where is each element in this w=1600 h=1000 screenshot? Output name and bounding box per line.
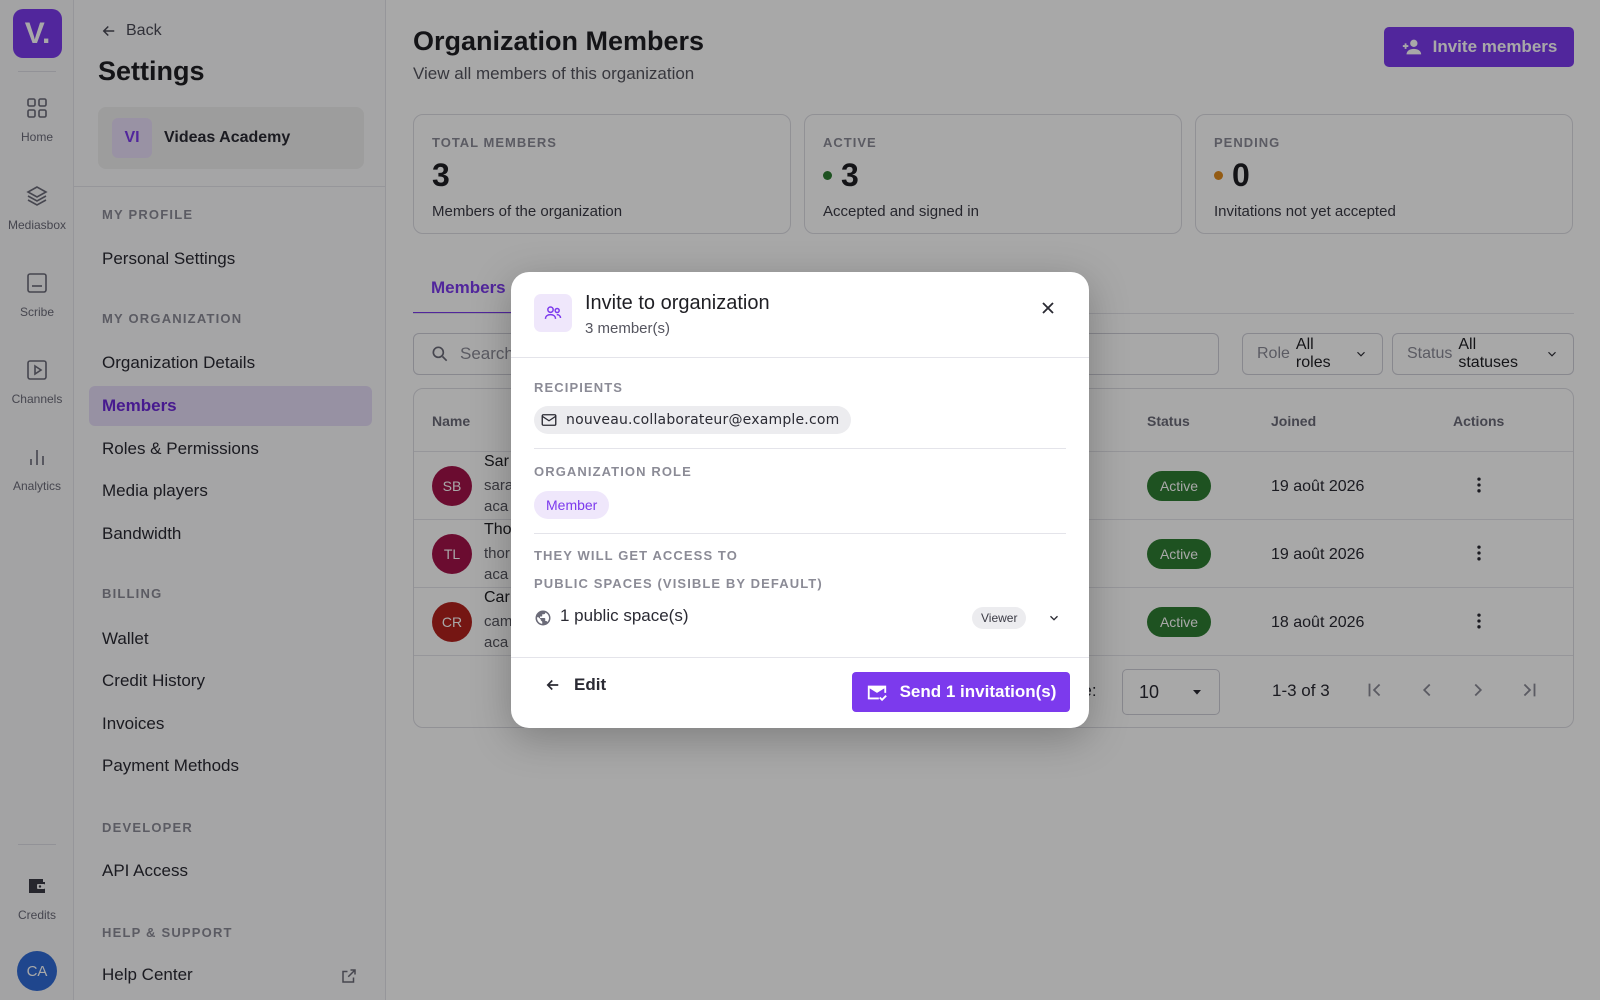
modal-subtitle: 3 member(s) [585, 320, 671, 337]
globe-icon [534, 609, 552, 627]
recipients-label: RECIPIENTS [534, 380, 624, 395]
modal-footer-divider [511, 657, 1089, 658]
send-invitations-label: Send 1 invitation(s) [899, 682, 1057, 701]
chevron-down-icon[interactable] [1047, 611, 1061, 625]
group-icon [534, 294, 572, 332]
edit-label: Edit [574, 675, 607, 694]
recipient-chip: nouveau.collaborateur@example.com [534, 406, 852, 434]
public-spaces-label: PUBLIC SPACES (VISIBLE BY DEFAULT) [534, 576, 823, 591]
edit-button[interactable]: Edit [544, 675, 606, 695]
section-divider [534, 533, 1066, 534]
organization-role-label: ORGANIZATION ROLE [534, 464, 692, 479]
recipient-email: nouveau.collaborateur@example.com [566, 412, 840, 428]
role-chip: Member [534, 491, 610, 519]
public-spaces-row[interactable]: 1 public space(s) Viewer [534, 606, 1066, 630]
section-divider [534, 448, 1066, 449]
arrow-left-icon [544, 676, 562, 694]
modal-title: Invite to organization [585, 292, 770, 314]
mark-email-icon [866, 681, 888, 703]
access-label: THEY WILL GET ACCESS TO [534, 548, 738, 563]
public-spaces-count: 1 public space(s) [560, 606, 689, 625]
mail-icon [540, 411, 558, 429]
send-invitations-button[interactable]: Send 1 invitation(s) [852, 672, 1070, 712]
invite-modal: Invite to organization 3 member(s) RECIP… [511, 272, 1089, 728]
modal-header-divider [511, 357, 1089, 358]
space-role-chip: Viewer [972, 607, 1027, 629]
close-icon[interactable] [1038, 298, 1058, 318]
